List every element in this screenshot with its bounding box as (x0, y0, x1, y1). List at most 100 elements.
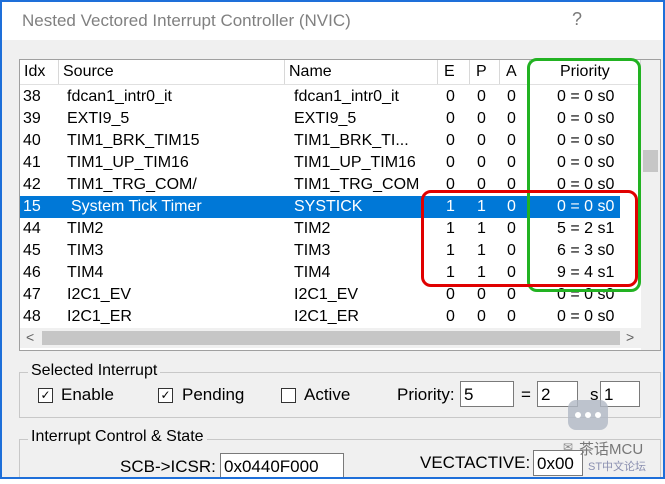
pending-checkbox[interactable]: ✓ (158, 388, 173, 403)
table-row[interactable]: 42 TIM1_TRG_COM/TIM1_TRG_COM 0 0 0 0 = 0 s0 (20, 174, 620, 196)
column-idx[interactable]: Idx (20, 60, 59, 84)
table-row[interactable]: 46 TIM4 TIM4 1 1 0 9 = 4 s1 (20, 262, 620, 284)
wechat-icon: ✉ (563, 440, 574, 454)
cell-a: 0 (507, 286, 516, 303)
cell-a: 0 (507, 220, 516, 237)
cell-a: 0 (507, 176, 516, 193)
cell-p: 1 (477, 242, 486, 259)
cell-e: 1 (446, 264, 455, 281)
help-button[interactable]: ? (572, 9, 582, 30)
vertical-scroll-thumb[interactable] (643, 150, 658, 172)
vectactive-label: VECTACTIVE: (420, 453, 531, 472)
cell-a: 0 (507, 264, 516, 281)
table-row[interactable]: 38 fdcan1_intr0_it fdcan1_intr0_it 0 0 0 0 = 0… (20, 86, 620, 108)
cell-name: I2C1_ER (294, 308, 359, 325)
column-priority[interactable]: Priority (530, 60, 641, 84)
priority-input[interactable]: 5 (460, 381, 514, 407)
pending-label[interactable]: Pending (182, 385, 244, 405)
cell-source: I2C1_EV (67, 286, 132, 303)
cell-idx: 39 (23, 110, 41, 127)
table-row[interactable]: 48 I2C1_ER I2C1_ER 0 0 0 0 = 0 s0 (20, 306, 620, 328)
cell-p: 0 (477, 154, 486, 171)
column-name[interactable]: Name (285, 60, 438, 84)
cell-p: 1 (477, 198, 486, 215)
cell-source: EXTI9_5 (67, 110, 130, 127)
cell-priority: 9 = 4 s1 (557, 264, 615, 281)
icsr-label: SCB->ICSR: (120, 457, 216, 476)
cell-idx: 45 (23, 242, 41, 259)
table-row[interactable]: 41 TIM1_UP_TIM16 TIM1_UP_TIM16 0 0 0 0 = 0 s0 (20, 152, 620, 174)
cell-source: I2C1_ER (67, 308, 132, 325)
selected-interrupt-label: Selected Interrupt (28, 362, 161, 380)
vertical-scrollbar[interactable] (641, 60, 660, 350)
cell-e: 0 (446, 308, 455, 325)
watermark-sub: ST中文论坛 (588, 461, 647, 473)
cell-source: System Tick Timer (71, 198, 202, 215)
column-source[interactable]: Source (59, 60, 285, 84)
cell-name: TIM1_UP_TIM16 (294, 154, 416, 171)
cell-name: I2C1_EV (294, 286, 359, 303)
table-row[interactable]: 39 EXTI9_5 EXTI9_5 0 0 0 0 = 0 s0 (20, 108, 620, 130)
cell-source: TIM4 (67, 264, 104, 281)
cell-p: 0 (477, 88, 486, 105)
column-a[interactable]: A (500, 60, 530, 84)
horizontal-scrollbar[interactable]: < > (20, 328, 641, 348)
cell-name: TIM1_TRG_COM (294, 176, 420, 193)
active-checkbox[interactable] (281, 388, 296, 403)
cell-p: 1 (477, 220, 486, 237)
table-row[interactable]: 44 TIM2 TIM2 1 1 0 5 = 2 s1 (20, 218, 620, 240)
cell-name: TIM1_BRK_TI... (294, 132, 409, 149)
cell-a: 0 (507, 88, 516, 105)
cell-a: 0 (507, 132, 516, 149)
window-title: Nested Vectored Interrupt Controller (NV… (22, 11, 351, 30)
table-row[interactable]: 47 I2C1_EV I2C1_EV 0 0 0 0 = 0 s0 (20, 284, 620, 306)
cell-p: 0 (477, 308, 486, 325)
interrupt-list[interactable]: Idx Source Name E P A Priority 38 fdcan1_… (19, 59, 661, 351)
cell-source: TIM1_UP_TIM16 (67, 154, 189, 171)
cell-idx: 40 (23, 132, 41, 149)
cell-a: 0 (507, 308, 516, 325)
table-row[interactable]: 40 TIM1_BRK_TIM15 TIM1_BRK_TI... 0 0 0 0 = 0 s… (20, 130, 620, 152)
cell-idx: 47 (23, 286, 41, 303)
icsr-input[interactable]: 0x0440F000 (220, 453, 344, 477)
cell-e: 0 (446, 176, 455, 193)
cell-a: 0 (507, 110, 516, 127)
cell-e: 0 (446, 154, 455, 171)
title-bar: Nested Vectored Interrupt Controller (NV… (2, 2, 663, 40)
cell-priority: 0 = 0 s0 (557, 176, 615, 193)
scroll-left-icon[interactable]: < (26, 329, 34, 345)
column-e[interactable]: E (438, 60, 470, 84)
cell-source: TIM3 (67, 242, 104, 259)
cell-p: 0 (477, 286, 486, 303)
enable-checkbox[interactable]: ✓ (38, 388, 53, 403)
priority-label: Priority: (397, 385, 455, 404)
cell-priority: 0 = 0 s0 (557, 308, 615, 325)
enable-label[interactable]: Enable (61, 385, 114, 405)
cell-priority: 5 = 2 s1 (557, 220, 615, 237)
cell-p: 0 (477, 132, 486, 149)
cell-priority: 0 = 0 s0 (557, 154, 615, 171)
table-row[interactable]: 45 TIM3 TIM3 1 1 0 6 = 3 s0 (20, 240, 620, 262)
active-label[interactable]: Active (304, 385, 350, 405)
cell-idx: 44 (23, 220, 41, 237)
cell-priority: 6 = 3 s0 (557, 242, 615, 259)
column-p[interactable]: P (470, 60, 500, 84)
cell-idx: 15 (23, 198, 41, 215)
cell-e: 1 (446, 220, 455, 237)
cell-p: 0 (477, 110, 486, 127)
scroll-right-icon[interactable]: > (626, 329, 634, 345)
cell-a: 0 (507, 154, 516, 171)
cell-a: 0 (507, 242, 516, 259)
equals-label: = (521, 385, 531, 404)
horizontal-scroll-thumb[interactable] (42, 331, 620, 345)
table-row[interactable]: 15 System Tick Timer SYSTICK 1 1 0 0 = 0 s0 (20, 196, 620, 218)
cell-idx: 46 (23, 264, 41, 281)
cell-p: 1 (477, 264, 486, 281)
cell-source: TIM1_TRG_COM/ (67, 176, 197, 193)
cell-name: EXTI9_5 (294, 110, 357, 127)
cell-idx: 42 (23, 176, 41, 193)
cell-name: fdcan1_intr0_it (294, 88, 399, 105)
cell-a: 0 (507, 198, 516, 215)
cell-e: 0 (446, 110, 455, 127)
cell-priority: 0 = 0 s0 (557, 132, 615, 149)
